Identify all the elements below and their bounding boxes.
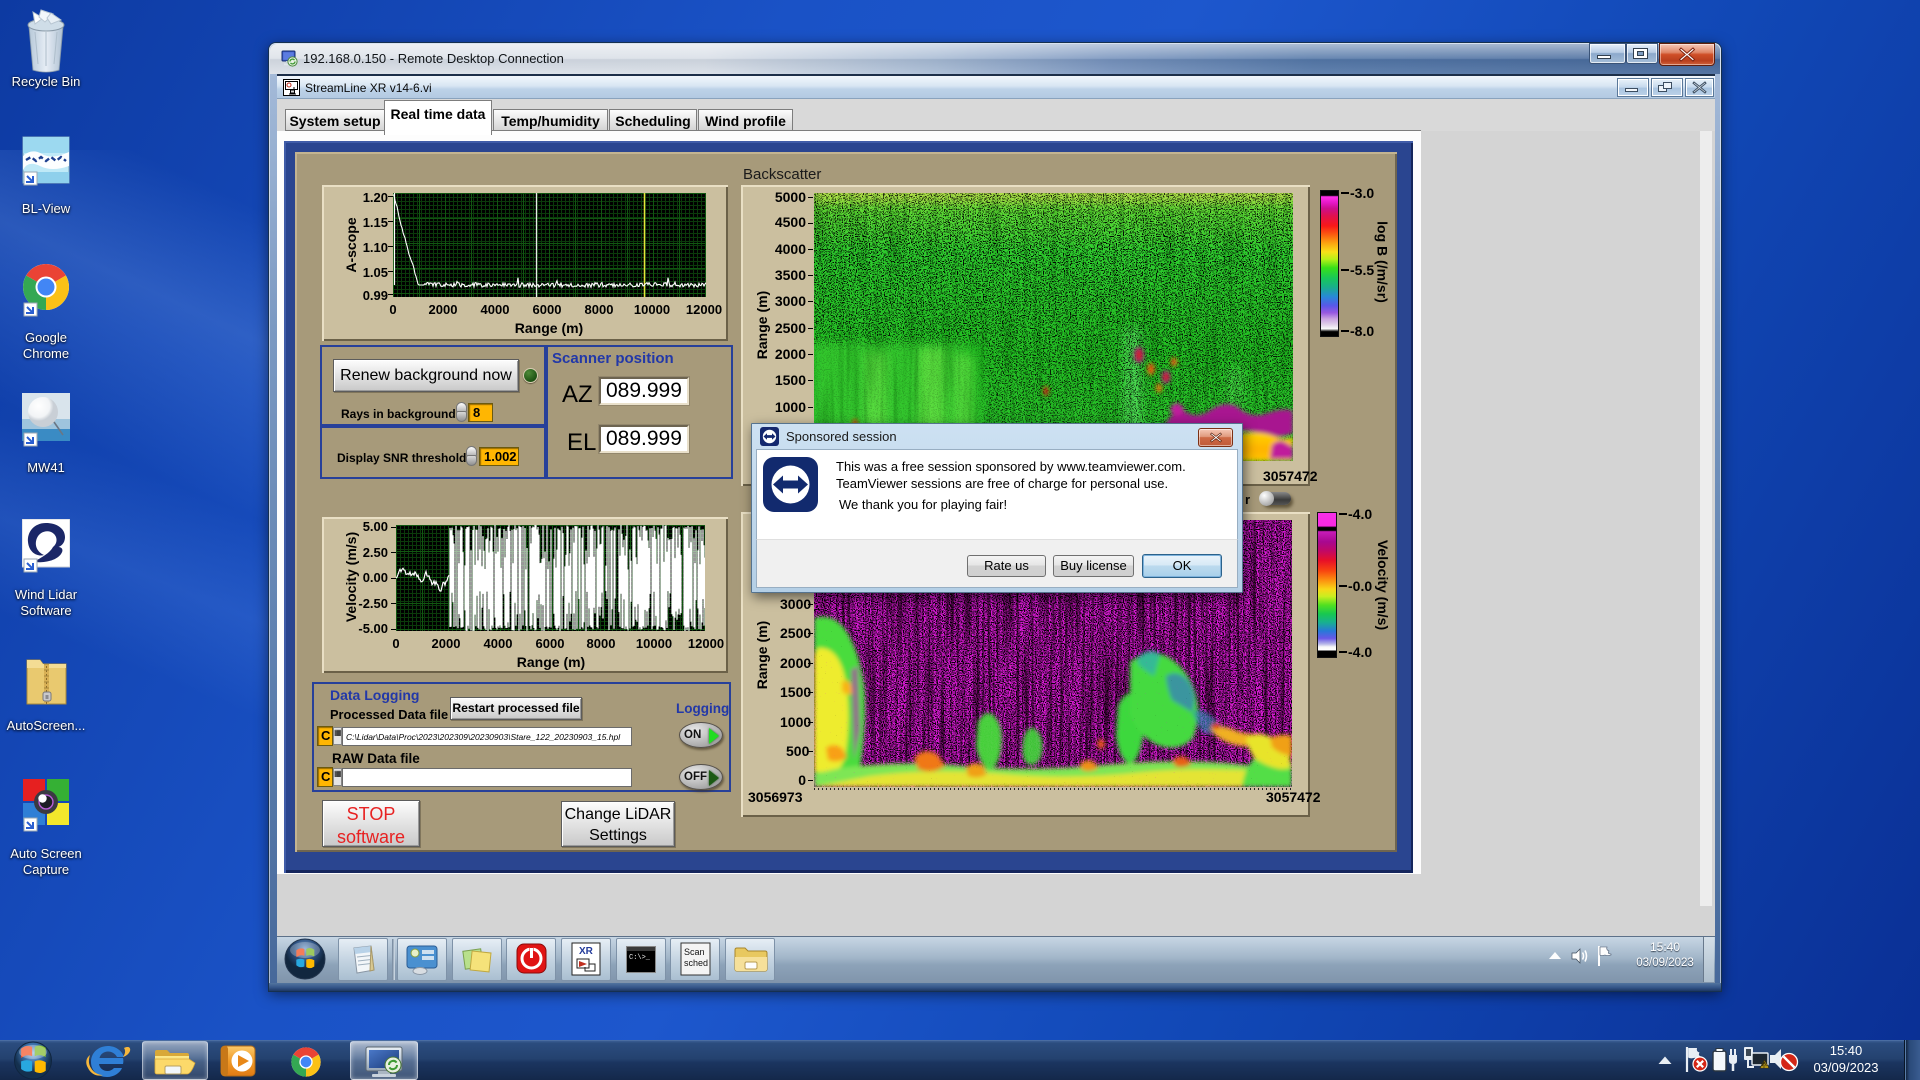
svg-text:C:\>_: C:\>_ [629, 954, 651, 962]
svg-text:Scan: Scan [684, 947, 705, 957]
svg-text:XR: XR [579, 946, 594, 957]
svg-text:!: ! [1763, 1064, 1765, 1070]
svg-text:sched: sched [684, 958, 708, 968]
